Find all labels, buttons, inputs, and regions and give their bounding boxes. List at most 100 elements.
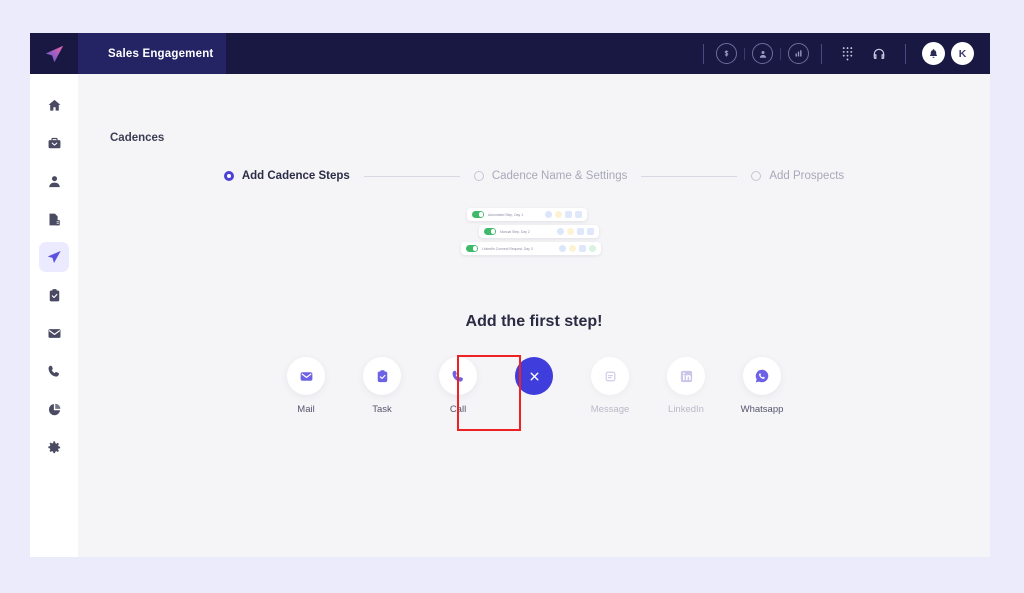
envelope-icon bbox=[300, 371, 312, 381]
document-icon bbox=[49, 213, 60, 225]
close-button-wrap bbox=[510, 357, 558, 395]
headset-icon[interactable] bbox=[872, 47, 886, 61]
linkedin-icon bbox=[680, 370, 692, 382]
preview-action-icon bbox=[589, 245, 596, 252]
app-window: Sales Engagement K Cadences Add Cadence … bbox=[30, 33, 990, 557]
stepper-step-add-cadence-steps[interactable]: Add Cadence Steps bbox=[223, 170, 350, 182]
clipboard-icon bbox=[49, 288, 59, 301]
sidebar-item-calls[interactable] bbox=[30, 352, 78, 390]
step-button-mail[interactable]: Mail bbox=[282, 357, 330, 415]
envelope-icon bbox=[48, 328, 60, 338]
notifications-button[interactable] bbox=[922, 42, 945, 65]
paper-plane-icon bbox=[47, 251, 61, 263]
analytics-circle-icon[interactable] bbox=[788, 43, 809, 64]
stepper-connector bbox=[641, 175, 738, 177]
preview-action-icon bbox=[545, 211, 552, 218]
step-button-label: Mail bbox=[297, 404, 315, 415]
phone-icon bbox=[452, 370, 463, 382]
page-title: Cadences bbox=[110, 132, 165, 144]
preview-action-icon bbox=[577, 228, 584, 235]
briefcase-icon bbox=[48, 137, 60, 148]
divider bbox=[780, 47, 781, 60]
step-button-label: LinkedIn bbox=[668, 404, 704, 415]
sidebar-item-cadences[interactable] bbox=[30, 238, 78, 276]
toggle-on-icon bbox=[466, 245, 478, 252]
phone-icon bbox=[48, 365, 59, 377]
clipboard-check-icon bbox=[377, 369, 387, 382]
divider bbox=[905, 43, 906, 64]
headline: Add the first step! bbox=[465, 313, 603, 330]
preview-row-actions bbox=[557, 228, 594, 235]
user-avatar[interactable]: K bbox=[951, 42, 974, 65]
preview-action-icon bbox=[565, 211, 572, 218]
sidebar-item-contacts[interactable] bbox=[30, 162, 78, 200]
divider bbox=[744, 47, 745, 60]
step-radio-icon bbox=[473, 171, 484, 181]
person-icon bbox=[48, 175, 60, 187]
sidebar-item-home[interactable] bbox=[30, 86, 78, 124]
stepper-connector bbox=[363, 175, 460, 177]
preview-row-label: Automated Step, Day 1 bbox=[488, 212, 524, 217]
sidebar-item-reports[interactable] bbox=[30, 200, 78, 238]
preview-row-label: Manual Step, Day 2 bbox=[500, 229, 530, 234]
bell-icon bbox=[930, 49, 937, 58]
stepper-step-add-prospects[interactable]: Add Prospects bbox=[751, 170, 844, 182]
divider bbox=[821, 43, 822, 64]
main-content: Cadences Add Cadence Steps Cadence Name … bbox=[78, 74, 990, 557]
person-circle-icon[interactable] bbox=[752, 43, 773, 64]
preview-action-icon bbox=[557, 228, 564, 235]
preview-action-icon bbox=[587, 228, 594, 235]
toggle-on-icon bbox=[484, 228, 496, 235]
step-button-message[interactable]: Message bbox=[586, 357, 634, 415]
preview-row: Automated Step, Day 1 bbox=[467, 208, 587, 221]
step-type-buttons: Mail Task Call Message LinkedIn Whatsapp bbox=[78, 357, 990, 415]
step-radio-icon bbox=[751, 171, 762, 181]
cadence-stepper: Add Cadence Steps Cadence Name & Setting… bbox=[78, 170, 990, 182]
step-radio-icon bbox=[223, 171, 234, 181]
preview-row-actions bbox=[559, 245, 596, 252]
app-title-panel[interactable]: Sales Engagement bbox=[78, 33, 226, 74]
preview-row: Manual Step, Day 2 bbox=[479, 225, 599, 238]
preview-action-icon bbox=[575, 211, 582, 218]
preview-row-actions bbox=[545, 211, 582, 218]
topbar-actions: K bbox=[693, 33, 990, 74]
top-bar: Sales Engagement K bbox=[30, 33, 990, 74]
dollar-circle-icon[interactable] bbox=[716, 43, 737, 64]
preview-row: LinkedIn Connect Request, Day 3 bbox=[461, 242, 601, 255]
step-button-label: Task bbox=[372, 404, 392, 415]
toggle-on-icon bbox=[472, 211, 484, 218]
app-logo[interactable] bbox=[30, 33, 78, 74]
step-button-task[interactable]: Task bbox=[358, 357, 406, 415]
step-button-linkedin[interactable]: LinkedIn bbox=[662, 357, 710, 415]
message-icon bbox=[605, 371, 615, 381]
whatsapp-icon bbox=[755, 369, 769, 383]
pie-chart-icon bbox=[48, 403, 60, 415]
sidebar-item-analytics[interactable] bbox=[30, 390, 78, 428]
preview-action-icon bbox=[567, 228, 574, 235]
preview-action-icon bbox=[579, 245, 586, 252]
preview-row-label: LinkedIn Connect Request, Day 3 bbox=[482, 246, 533, 251]
sidebar-item-tasks[interactable] bbox=[30, 276, 78, 314]
cadence-preview-illustration: Automated Step, Day 1 Manual Step, Day 2 bbox=[459, 208, 609, 259]
stepper-step-label: Add Cadence Steps bbox=[241, 170, 350, 182]
step-button-label: Call bbox=[449, 404, 467, 415]
step-button-label: Whatsapp bbox=[740, 404, 784, 415]
step-button-whatsapp[interactable]: Whatsapp bbox=[738, 357, 786, 415]
preview-action-icon bbox=[555, 211, 562, 218]
gear-icon bbox=[47, 440, 60, 453]
stepper-step-label: Add Prospects bbox=[769, 170, 845, 182]
sidebar-item-inbox[interactable] bbox=[30, 124, 78, 162]
step-button-call[interactable]: Call bbox=[434, 357, 482, 415]
app-title: Sales Engagement bbox=[108, 47, 214, 60]
dialpad-icon[interactable] bbox=[841, 46, 854, 61]
close-button[interactable] bbox=[515, 357, 553, 395]
sidebar bbox=[30, 74, 78, 557]
step-button-label: Message bbox=[590, 404, 630, 415]
preview-action-icon bbox=[569, 245, 576, 252]
paper-plane-logo-icon bbox=[45, 45, 64, 62]
stepper-step-cadence-name-settings[interactable]: Cadence Name & Settings bbox=[473, 170, 627, 182]
sidebar-item-settings[interactable] bbox=[30, 428, 78, 466]
sidebar-item-mail[interactable] bbox=[30, 314, 78, 352]
home-icon bbox=[48, 99, 60, 111]
preview-action-icon bbox=[559, 245, 566, 252]
